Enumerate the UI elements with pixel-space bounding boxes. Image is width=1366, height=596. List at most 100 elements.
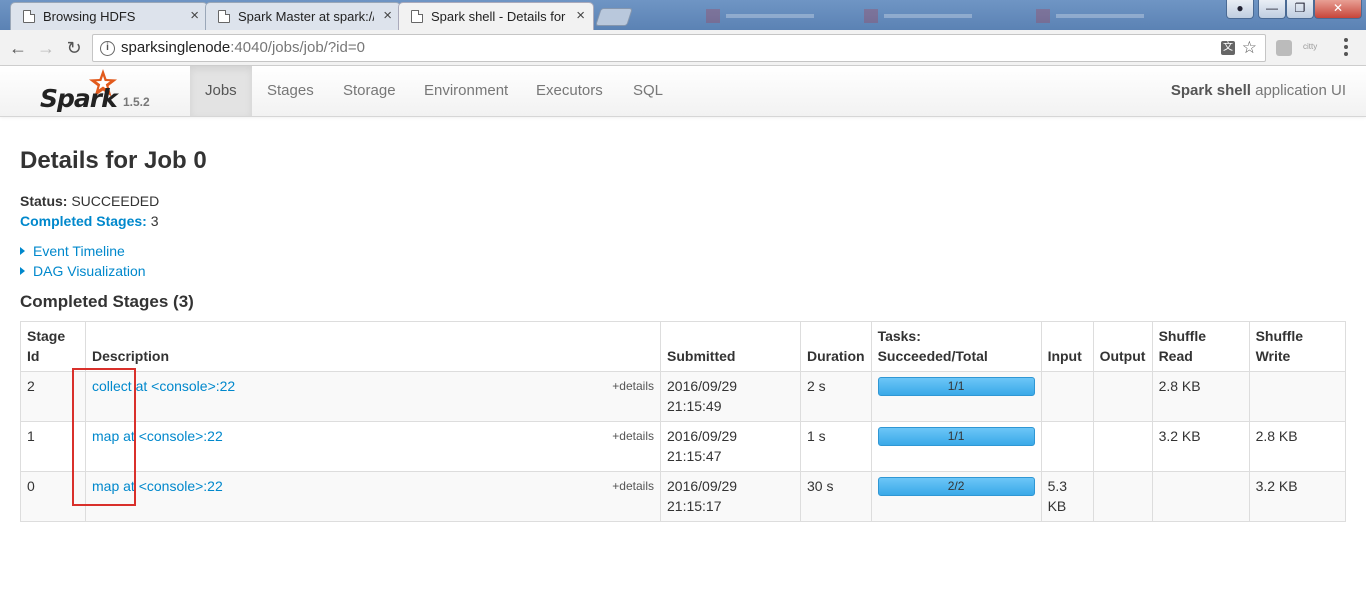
bookmark-star-icon[interactable]: ☆ xyxy=(1242,35,1257,61)
close-icon[interactable]: × xyxy=(383,7,392,24)
description-cell: +details map at <console>:22 xyxy=(85,421,661,472)
column-header-shuffle-read[interactable]: Shuffle Read xyxy=(1151,321,1250,372)
minimize-button[interactable]: — xyxy=(1258,0,1286,19)
stage-id-cell: 2 xyxy=(20,371,86,422)
page-icon xyxy=(411,10,423,23)
spark-version: 1.5.2 xyxy=(123,95,150,109)
stage-description-link[interactable]: collect at <console>:22 xyxy=(92,378,235,394)
column-header-stage-id[interactable]: Stage Id xyxy=(20,321,86,372)
translate-icon[interactable]: 文 xyxy=(1221,41,1235,55)
new-tab-button[interactable] xyxy=(595,8,633,26)
completed-stages-count: 3 xyxy=(150,213,159,229)
stage-id-cell: 1 xyxy=(20,421,86,472)
job-status: Status: SUCCEEDED xyxy=(20,193,159,209)
details-toggle[interactable]: +details xyxy=(612,476,654,496)
duration-cell: 2 s xyxy=(800,371,872,422)
event-timeline-label: Event Timeline xyxy=(33,243,125,259)
shuffle-read-cell: 2.8 KB xyxy=(1151,371,1250,422)
input-cell: 5.3 KB xyxy=(1040,471,1094,522)
stage-description-link[interactable]: map at <console>:22 xyxy=(92,428,223,444)
user-account-icon[interactable]: ● xyxy=(1226,0,1254,19)
description-cell: +details map at <console>:22 xyxy=(85,471,661,522)
column-header-shuffle-write[interactable]: Shuffle Write xyxy=(1248,321,1347,372)
address-bar[interactable]: i sparksinglenode:4040/jobs/job/?id=0 文 … xyxy=(92,34,1266,62)
output-cell xyxy=(1092,421,1153,472)
details-toggle[interactable]: +details xyxy=(612,376,654,396)
submitted-cell: 2016/09/29 21:15:49 xyxy=(660,371,801,422)
column-header-tasks[interactable]: Tasks: Succeeded/Total xyxy=(870,321,1042,372)
extension-citty-icon[interactable]: citty xyxy=(1303,42,1319,58)
column-header-description[interactable]: Description xyxy=(85,321,661,372)
column-header-output[interactable]: Output xyxy=(1092,321,1153,372)
completed-stages-link[interactable]: Completed Stages: xyxy=(20,213,147,229)
browser-tab-title: Spark shell - Details for xyxy=(431,9,566,24)
background-window-tab xyxy=(700,6,850,26)
expand-arrow-icon xyxy=(20,267,25,275)
input-cell xyxy=(1040,371,1094,422)
menu-icon[interactable] xyxy=(1344,38,1348,59)
nav-tab-stages[interactable]: Stages xyxy=(252,66,329,116)
close-icon[interactable]: × xyxy=(576,7,585,24)
shuffle-write-cell: 3.2 KB xyxy=(1248,471,1347,522)
url-host: sparksinglenode xyxy=(121,39,231,56)
description-cell: +details collect at <console>:22 xyxy=(85,371,661,422)
completed-stages-summary: Completed Stages: 3 xyxy=(20,213,159,229)
column-header-duration[interactable]: Duration xyxy=(800,321,872,372)
app-name-suffix: application UI xyxy=(1250,82,1346,99)
status-value: SUCCEEDED xyxy=(71,193,160,209)
page-icon xyxy=(218,10,230,23)
window-close-button[interactable]: ✕ xyxy=(1314,0,1362,19)
page-title: Details for Job 0 xyxy=(20,147,207,174)
nav-tab-executors[interactable]: Executors xyxy=(521,66,618,116)
output-cell xyxy=(1092,371,1153,422)
column-header-submitted[interactable]: Submitted xyxy=(660,321,801,372)
output-cell xyxy=(1092,471,1153,522)
tasks-progress-bar: 1/1 xyxy=(877,427,1035,446)
tasks-cell: 1/1 xyxy=(870,421,1042,472)
browser-tab-spark-shell[interactable]: Spark shell - Details for × xyxy=(398,2,594,30)
nav-tab-environment[interactable]: Environment xyxy=(409,66,523,116)
spark-navbar: Spark 1.5.2 Jobs Stages Storage Environm… xyxy=(0,66,1366,117)
browser-tab-title: Browsing HDFS xyxy=(43,9,136,24)
submitted-cell: 2016/09/29 21:15:17 xyxy=(660,471,801,522)
browser-tab-spark-master[interactable]: Spark Master at spark:// × xyxy=(205,2,401,30)
stage-id-cell: 0 xyxy=(20,471,86,522)
url-path: :4040/jobs/job/?id=0 xyxy=(230,39,365,56)
info-icon[interactable]: i xyxy=(100,41,115,56)
nav-tab-storage[interactable]: Storage xyxy=(328,66,411,116)
tasks-cell: 2/2 xyxy=(870,471,1042,522)
close-icon[interactable]: × xyxy=(190,7,199,24)
spark-logo[interactable]: Spark 1.5.2 xyxy=(38,68,178,116)
app-name-bold: Spark shell xyxy=(1170,82,1251,99)
dag-visualization-toggle[interactable]: DAG Visualization xyxy=(20,263,146,279)
browser-tab-strip: Browsing HDFS × Spark Master at spark://… xyxy=(0,0,1366,30)
extension-icon[interactable] xyxy=(1276,40,1292,56)
expand-arrow-icon xyxy=(20,247,25,255)
table-header-row: Stage Id Description Submitted Duration T… xyxy=(20,321,1347,372)
nav-tab-sql[interactable]: SQL xyxy=(618,66,678,116)
shuffle-read-cell xyxy=(1151,471,1250,522)
forward-button[interactable]: → xyxy=(34,36,58,60)
completed-stages-table: Stage Id Description Submitted Duration T… xyxy=(20,321,1347,522)
column-header-input[interactable]: Input xyxy=(1040,321,1094,372)
dag-visualization-label: DAG Visualization xyxy=(33,263,146,279)
restore-button[interactable]: ❐ xyxy=(1286,0,1314,19)
event-timeline-toggle[interactable]: Event Timeline xyxy=(20,243,125,259)
browser-tab-browsing-hdfs[interactable]: Browsing HDFS × xyxy=(10,2,208,30)
details-toggle[interactable]: +details xyxy=(612,426,654,446)
application-name: Spark shell application UI xyxy=(1171,66,1346,116)
shuffle-write-cell xyxy=(1248,371,1347,422)
submitted-cell: 2016/09/29 21:15:47 xyxy=(660,421,801,472)
back-button[interactable]: ← xyxy=(6,36,30,60)
background-window-tab xyxy=(1030,6,1180,26)
browser-tab-title: Spark Master at spark:// xyxy=(238,9,374,24)
stage-description-link[interactable]: map at <console>:22 xyxy=(92,478,223,494)
nav-tab-jobs[interactable]: Jobs xyxy=(190,66,252,116)
table-row: 0 +details map at <console>:22 2016/09/2… xyxy=(20,471,1347,522)
duration-cell: 30 s xyxy=(800,471,872,522)
reload-button[interactable]: ↻ xyxy=(62,36,86,60)
url-text[interactable]: sparksinglenode:4040/jobs/job/?id=0 xyxy=(121,35,365,61)
shuffle-write-cell: 2.8 KB xyxy=(1248,421,1347,472)
tasks-progress-bar: 1/1 xyxy=(877,377,1035,396)
background-window-tab xyxy=(858,6,1008,26)
